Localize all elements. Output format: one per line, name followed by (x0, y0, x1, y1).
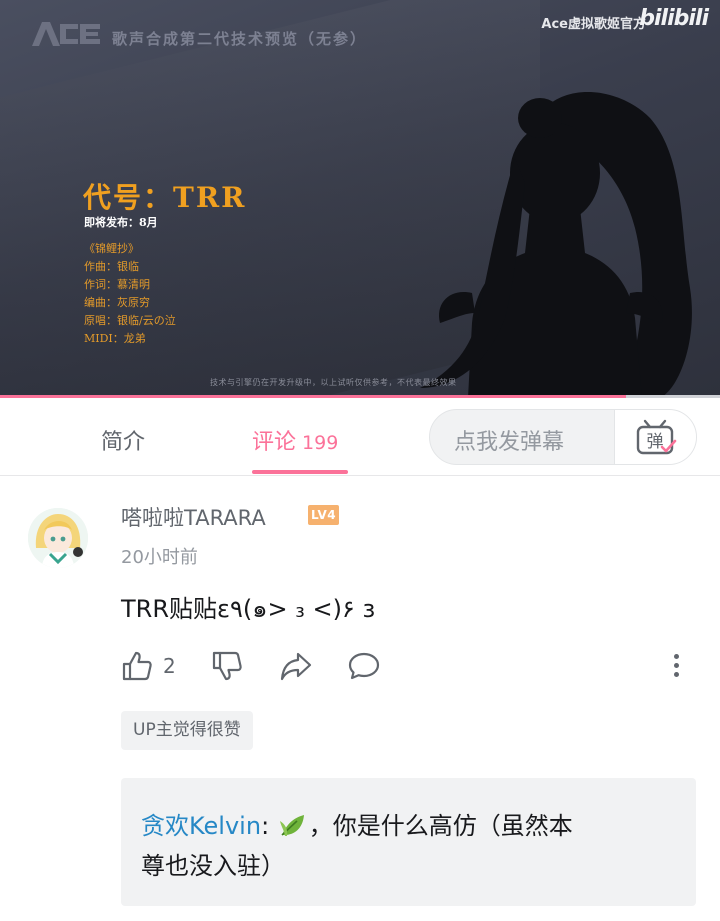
comment-actions: 2 (121, 648, 691, 684)
channel-name: Ace虚拟歌姬官方 (541, 17, 646, 32)
comment-username[interactable]: 嗒啦啦TARARA (121, 502, 266, 532)
reply-separator: : (261, 812, 270, 840)
dislike-button[interactable] (211, 648, 243, 684)
reply-button[interactable] (347, 648, 381, 684)
reply-text: ，你是什么高仿（虽然本 (308, 812, 573, 840)
comment-bubble-icon (348, 652, 380, 680)
up-liked-badge: UP主觉得很赞 (121, 711, 253, 750)
bilibili-logo: bilibili (639, 6, 709, 31)
level-badge: LV4 (308, 505, 340, 525)
reply-text-line2: 尊也没入驻） (141, 852, 285, 880)
danmaku-icon-glyph: 弹 (647, 432, 664, 452)
credit-arranger: 编曲：灰原穷 (84, 296, 150, 309)
danmaku-icon: 弹 (636, 419, 677, 455)
tab-comments-label: 评论 (252, 430, 297, 455)
video-title: 歌声合成第二代技术预览（无参） (112, 30, 368, 48)
character-silhouette (420, 92, 692, 398)
tab-intro[interactable]: 简介 (101, 424, 145, 456)
thumbs-up-icon (122, 651, 152, 681)
disclaimer-text: 技术与引擎仍在开发升级中，以上试听仅供参考，不代表最终效果 (210, 378, 457, 387)
tab-comments[interactable]: 评论 199 (252, 424, 338, 456)
like-count: 2 (163, 654, 176, 678)
release-date: 即将发布：8月 (84, 216, 158, 229)
song-credits: 《锦鲤抄》 作曲：银临 作词：慕清明 编曲：灰原穷 原唱：银临/云の泣 MIDI… (84, 240, 176, 348)
comment-timestamp: 20小时前 (121, 547, 198, 568)
avatar-image (28, 508, 88, 568)
avatar[interactable] (28, 508, 88, 568)
danmaku-input[interactable]: 点我发弹幕 (454, 424, 564, 456)
leaf-emoji-icon (279, 815, 304, 836)
codename-title: 代号：TRR (83, 181, 247, 214)
thumbs-down-icon (212, 651, 242, 681)
credit-song: 《锦鲤抄》 (84, 242, 139, 255)
ace-logo (32, 22, 100, 46)
danmaku-toggle-button[interactable]: 弹 (614, 410, 696, 464)
like-button[interactable]: 2 (121, 648, 176, 684)
comment-count: 199 (302, 432, 339, 454)
credit-original-singer: 原唱：银临/云の泣 (84, 314, 176, 327)
tab-bar: 简介 评论 199 点我发弹幕 弹 (0, 398, 720, 476)
danmaku-input-box[interactable]: 点我发弹幕 弹 (429, 409, 697, 465)
reply-preview[interactable]: 贪欢Kelvin: ，你是什么高仿（虽然本 尊也没入驻） (121, 778, 696, 906)
video-player[interactable]: 歌声合成第二代技术预览（无参） Ace虚拟歌姬官方 bilibili 代号：TR… (0, 0, 720, 398)
active-tab-indicator (252, 470, 348, 474)
credit-lyricist: 作词：慕清明 (84, 278, 150, 291)
reply-author[interactable]: 贪欢Kelvin (141, 812, 261, 840)
credit-midi: MIDI：龙弟 (84, 332, 146, 345)
comment-text: TRR贴贴ε٩(๑> ₃ <)۶ з (121, 595, 376, 623)
share-button[interactable] (279, 648, 313, 684)
more-options-icon[interactable] (666, 650, 686, 682)
share-arrow-icon (280, 652, 312, 681)
credit-composer: 作曲：银临 (84, 260, 139, 273)
